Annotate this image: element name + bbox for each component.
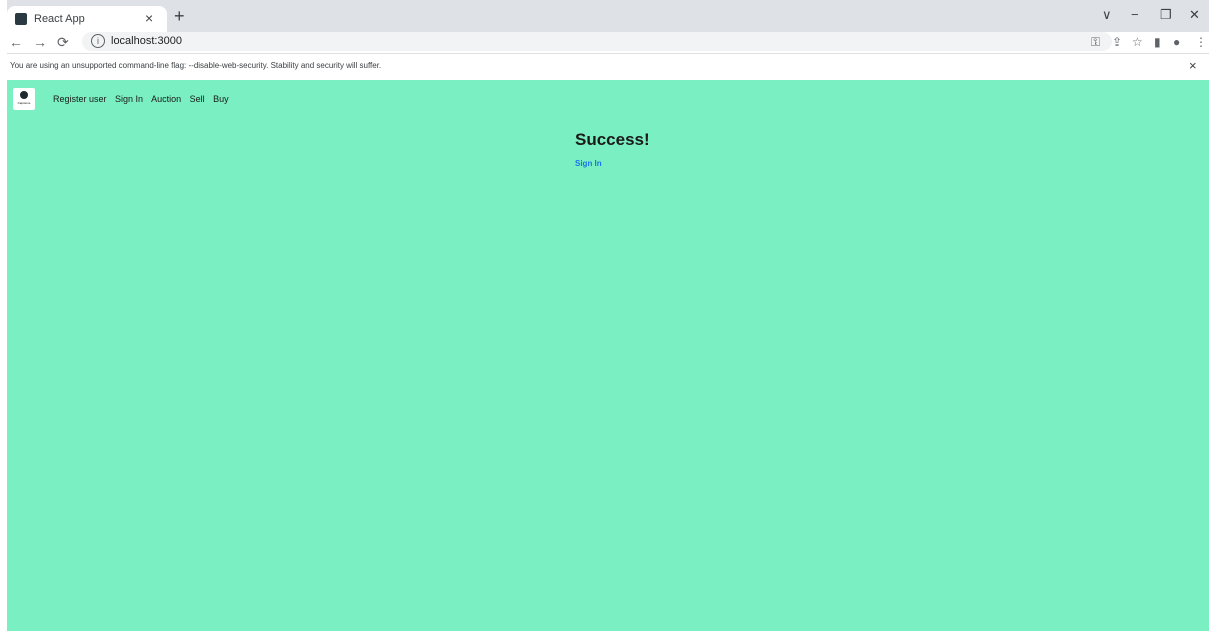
minimize-button[interactable]: −	[1131, 7, 1139, 23]
nav-sell[interactable]: Sell	[190, 94, 205, 104]
menu-dots-icon[interactable]: ⋮	[1195, 34, 1207, 50]
nav-menu: Register user Sign In Auction Sell Buy	[53, 93, 235, 105]
browser-window: React App × + ∨ − ❐ ✕ ← → ⟳ i localhost:…	[7, 0, 1209, 631]
nav-sign-in[interactable]: Sign In	[115, 94, 143, 104]
site-info-icon[interactable]: i	[91, 34, 105, 48]
tab-close-icon[interactable]: ×	[145, 10, 153, 26]
browser-toolbar: ← → ⟳ i localhost:3000 ⚿ ⇪ ☆ ▮ ● ⋮	[7, 32, 1209, 52]
profile-avatar-icon[interactable]: ●	[1173, 34, 1180, 50]
sign-in-link[interactable]: Sign In	[575, 159, 602, 169]
success-heading: Success!	[575, 130, 650, 149]
infobar-close-icon[interactable]: ×	[1189, 58, 1197, 74]
nav-auction[interactable]: Auction	[151, 94, 181, 104]
reload-icon[interactable]: ⟳	[57, 33, 69, 51]
tab-strip: React App × + ∨ − ❐ ✕	[7, 0, 1209, 32]
tab-title: React App	[34, 13, 85, 25]
nav-buy[interactable]: Buy	[213, 94, 229, 104]
key-icon[interactable]: ⚿	[1091, 34, 1100, 50]
close-window-button[interactable]: ✕	[1189, 7, 1200, 23]
url-text: localhost:3000	[111, 35, 182, 47]
app-logo[interactable]: Capstone	[13, 88, 35, 110]
tab-search-icon[interactable]: ∨	[1102, 7, 1112, 23]
share-icon[interactable]: ⇪	[1112, 34, 1122, 50]
globe-icon	[20, 91, 28, 99]
logo-caption: Capstone	[17, 101, 31, 105]
new-tab-button[interactable]: +	[174, 7, 185, 25]
warning-infobar: You are using an unsupported command-lin…	[7, 53, 1209, 81]
bookmark-star-icon[interactable]: ☆	[1132, 34, 1143, 50]
infobar-message: You are using an unsupported command-lin…	[10, 61, 382, 70]
side-panel-icon[interactable]: ▮	[1154, 34, 1161, 50]
address-bar[interactable]: i localhost:3000	[82, 32, 1112, 51]
page-content: Capstone Register user Sign In Auction S…	[7, 80, 1209, 631]
forward-icon[interactable]: →	[33, 33, 47, 51]
react-favicon-icon	[15, 13, 27, 25]
back-icon[interactable]: ←	[9, 33, 23, 51]
nav-register-user[interactable]: Register user	[53, 94, 107, 104]
restore-button[interactable]: ❐	[1160, 7, 1172, 23]
tab-react-app[interactable]: React App ×	[7, 6, 167, 32]
